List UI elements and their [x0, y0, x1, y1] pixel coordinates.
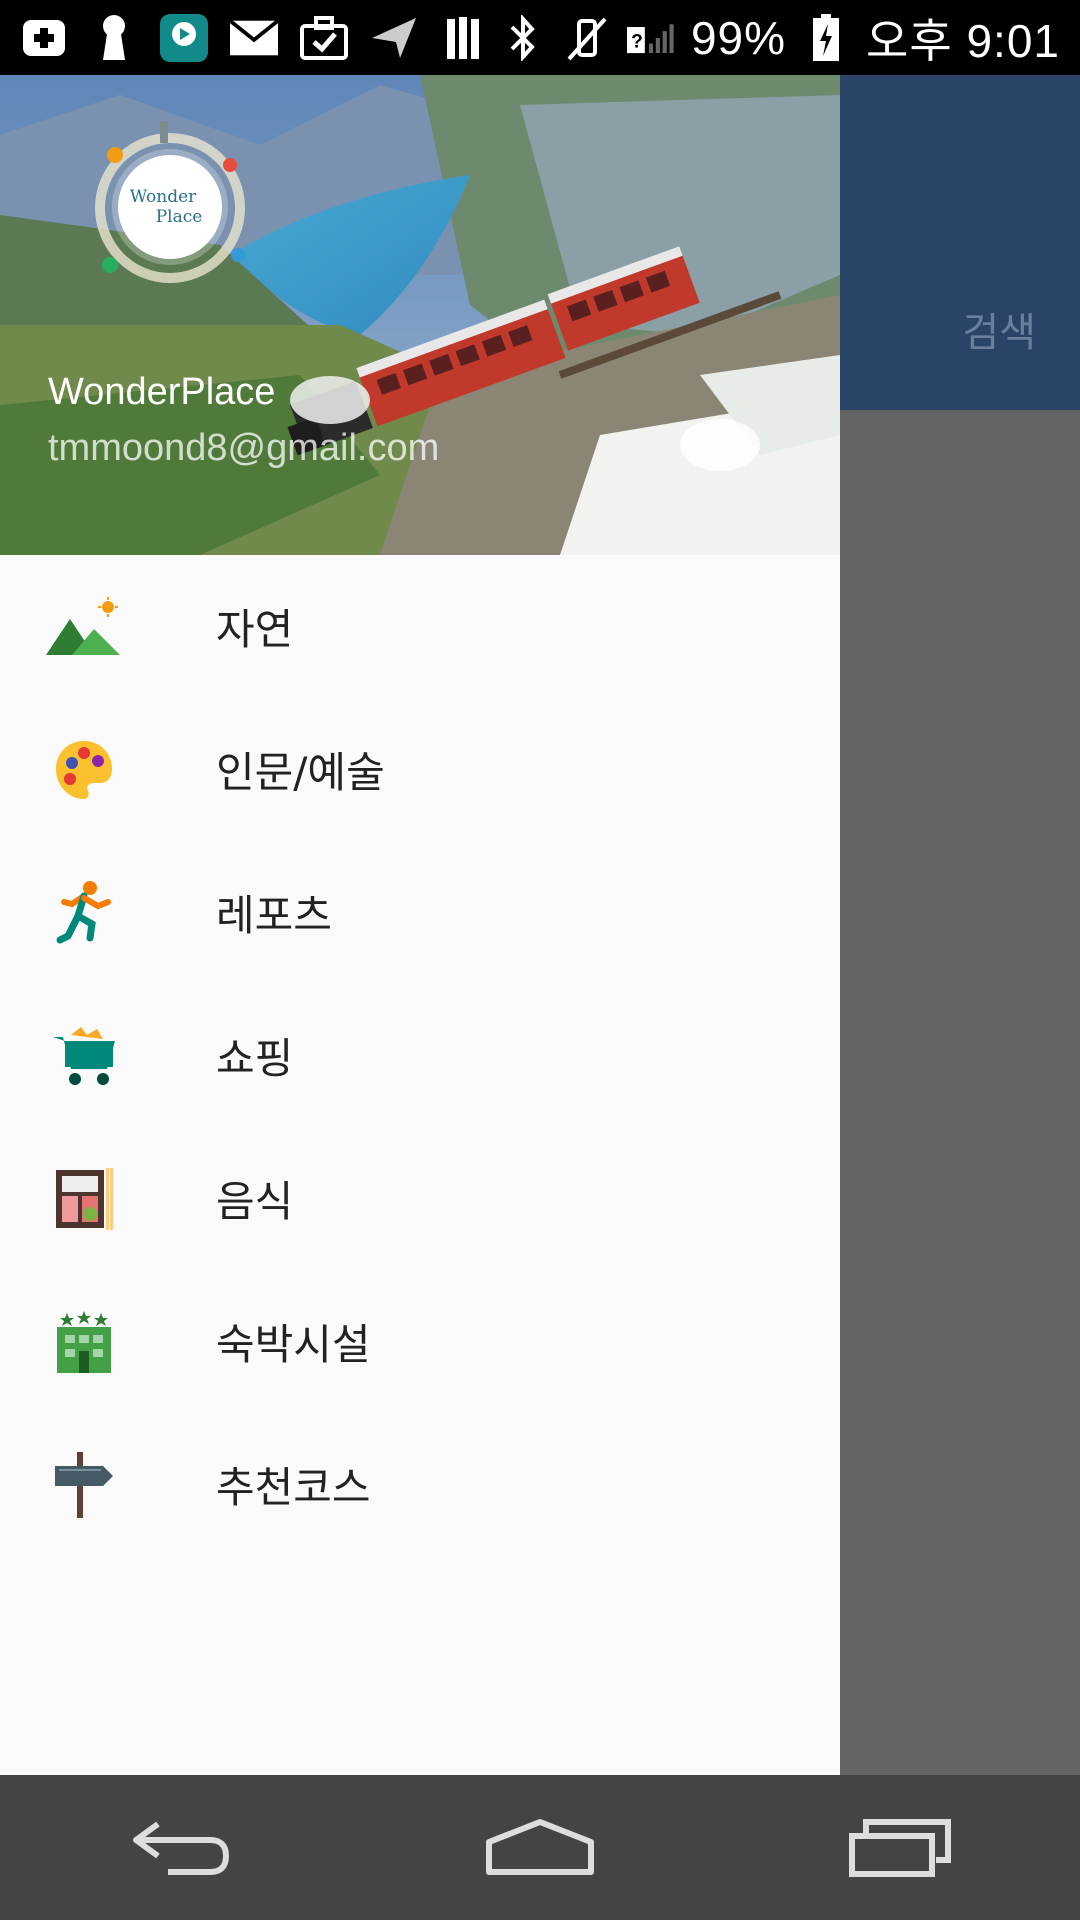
- runner-icon: [44, 873, 124, 953]
- battery-percent: 99%: [690, 11, 787, 64]
- no-sim-signal-icon: ?: [626, 14, 675, 62]
- logo-text-line1: Wonder: [129, 187, 197, 207]
- nature-mountain-icon: [44, 587, 124, 667]
- hotel-icon: [44, 1302, 124, 1382]
- navigation-arrow-icon: [370, 14, 418, 62]
- shopping-cart-icon: [44, 1016, 124, 1096]
- back-button[interactable]: [110, 1803, 250, 1893]
- library-icon: [440, 14, 488, 62]
- app-player-icon: [160, 13, 208, 62]
- menu-item-recommended-course[interactable]: 추천코스: [0, 1413, 840, 1556]
- keyhole-icon: [90, 14, 138, 62]
- drawer-header: Wonder Place WonderPlace tmmoond8@gmail.…: [0, 75, 840, 555]
- menu-item-leisure-sports[interactable]: 레포츠: [0, 841, 840, 984]
- logo-text-line2: Place: [155, 207, 203, 227]
- user-name: WonderPlace: [48, 371, 276, 413]
- navigation-drawer: Wonder Place WonderPlace tmmoond8@gmail.…: [0, 75, 840, 1775]
- clock: 오후 9:01: [866, 14, 1060, 67]
- battery-charging-icon: [802, 13, 850, 62]
- system-navigation-bar: [0, 1775, 1080, 1920]
- status-bar: ? 99% 오후 9:01: [0, 0, 1080, 75]
- home-button[interactable]: [470, 1803, 610, 1893]
- menu-item-label: 쇼핑: [216, 1034, 294, 1083]
- menu-item-label: 자연: [216, 605, 294, 654]
- menu-item-label: 숙박시설: [216, 1320, 371, 1369]
- home-icon: [486, 1818, 594, 1875]
- menu-item-shopping[interactable]: 쇼핑: [0, 984, 840, 1127]
- menu-item-label: 인문/예술: [216, 748, 385, 797]
- header-landscape-image: [0, 75, 840, 555]
- search-tab[interactable]: 검색: [962, 300, 1036, 358]
- user-email: tmmoond8@gmail.com: [48, 427, 440, 469]
- palette-icon: [44, 730, 124, 810]
- recents-button[interactable]: [830, 1803, 970, 1893]
- menu-item-label: 음식: [216, 1177, 294, 1226]
- recents-icon: [849, 1818, 951, 1877]
- menu-item-humanities-art[interactable]: 인문/예술: [0, 698, 840, 841]
- vibrate-off-icon: [563, 14, 611, 62]
- menu-item-label: 추천코스: [216, 1463, 371, 1512]
- menu-item-nature[interactable]: 자연: [0, 555, 840, 698]
- back-icon: [133, 1821, 230, 1875]
- drawer-menu: 자연 인문/예술 레포츠 쇼핑 음식 숙박시설 추천코스: [0, 555, 840, 1556]
- app-logo: Wonder Place: [118, 155, 222, 259]
- briefcase-check-icon: [300, 14, 348, 62]
- signpost-icon: [44, 1445, 124, 1525]
- svg-text:?: ?: [631, 31, 643, 52]
- mail-icon: [230, 14, 278, 62]
- food-bento-icon: [44, 1159, 124, 1239]
- add-box-icon: [20, 14, 68, 62]
- menu-item-label: 레포츠: [216, 891, 332, 940]
- menu-item-food[interactable]: 음식: [0, 1127, 840, 1270]
- bluetooth-icon: [499, 14, 547, 62]
- menu-item-accommodation[interactable]: 숙박시설: [0, 1270, 840, 1413]
